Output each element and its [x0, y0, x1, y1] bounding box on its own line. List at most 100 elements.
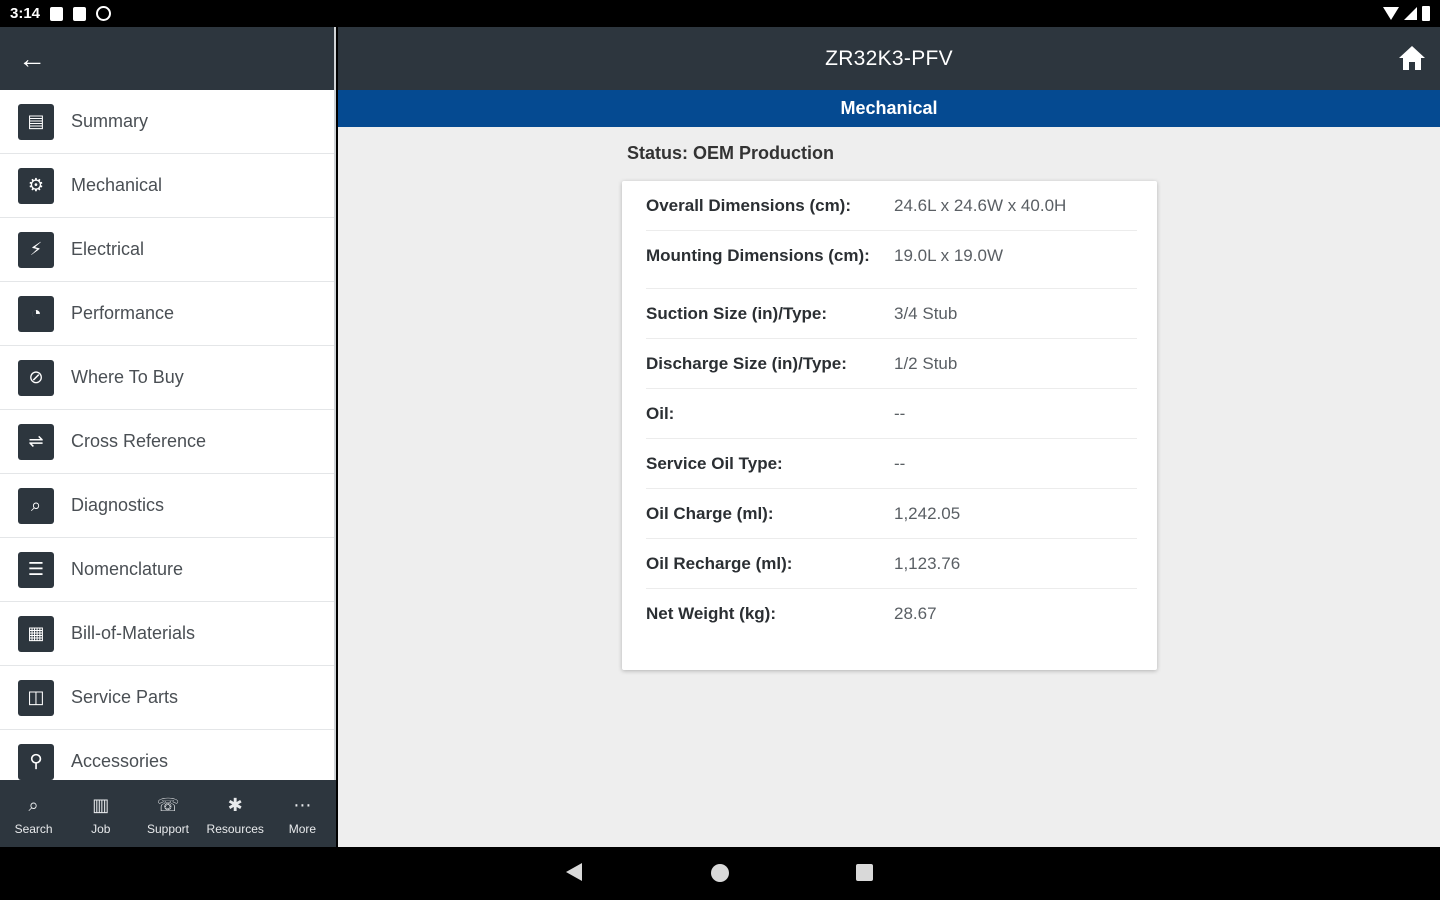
job-icon: ▥ — [92, 794, 110, 815]
spec-label: Service Oil Type: — [646, 454, 783, 473]
sidebar-item-bill-of-materials[interactable]: ▦ Bill-of-Materials — [0, 602, 334, 666]
sidebar-item-electrical[interactable]: ⚡ Electrical — [0, 218, 334, 282]
home-icon[interactable] — [1398, 45, 1426, 71]
sidebar-item-label: Summary — [71, 111, 149, 131]
gauge-icon: ◔ — [18, 295, 54, 332]
notification-icon — [50, 6, 64, 21]
wifi-icon — [1383, 7, 1399, 20]
spec-row: Suction Size (in)/Type: 3/4 Stub — [646, 289, 1137, 339]
section-title-bar: Mechanical — [338, 90, 1440, 127]
sidebar-item-mechanical[interactable]: ⚙ Mechanical — [0, 154, 334, 218]
sidebar-item-nomenclature[interactable]: ☰ Nomenclature — [0, 538, 334, 602]
bottom-nav-label: Support — [146, 821, 190, 836]
list-icon: ☰ — [18, 551, 54, 588]
spec-label: Mounting Dimensions (cm): — [646, 246, 870, 265]
spec-label: Net Weight (kg): — [646, 604, 777, 623]
spec-label: Discharge Size (in)/Type: — [646, 354, 847, 373]
spec-value: 3/4 Stub — [894, 304, 958, 323]
spec-row: Mounting Dimensions (cm): 19.0L x 19.0W — [646, 231, 1137, 289]
status-left: 3:14 — [10, 5, 112, 22]
app-header: ZR32K3-PFV — [338, 27, 1440, 90]
sidebar-item-summary[interactable]: ▤ Summary — [0, 90, 334, 154]
spec-row: Oil Recharge (ml): 1,123.76 — [646, 539, 1137, 589]
spec-label: Oil Recharge (ml): — [646, 554, 793, 573]
spec-value: -- — [894, 404, 906, 423]
sidebar-item-diagnostics[interactable]: ⌕ Diagnostics — [0, 474, 334, 538]
arrows-icon: ⇌ — [18, 423, 54, 460]
nav-back-icon[interactable] — [566, 863, 582, 881]
spec-value: 28.67 — [894, 604, 937, 623]
main-content: ZR32K3-PFV Mechanical Status: OEM Produc… — [338, 27, 1440, 847]
sidebar-item-cross-reference[interactable]: ⇌ Cross Reference — [0, 410, 334, 474]
spec-value: 1,242.05 — [894, 504, 961, 523]
sidebar-menu: ▤ Summary ⚙ Mechanical ⚡ Electrical ◔ Performan… — [0, 90, 334, 780]
page-title: ZR32K3-PFV — [825, 46, 953, 70]
bottom-nav-label: Job — [91, 821, 111, 836]
sidebar-item-label: Bill-of-Materials — [71, 623, 196, 643]
spec-value: -- — [894, 454, 906, 473]
sidebar-item-label: Service Parts — [71, 687, 179, 707]
spec-row: Oil Charge (ml): 1,242.05 — [646, 489, 1137, 539]
nav-recent-apps-icon[interactable] — [856, 864, 873, 881]
search-icon: ⌕ — [28, 794, 39, 815]
spec-value: 24.6L x 24.6W x 40.0H — [894, 196, 1067, 215]
spec-label: Oil: — [646, 404, 675, 423]
accessories-icon: ⚲ — [18, 743, 54, 780]
clock: 3:14 — [10, 5, 41, 22]
support-icon: ☏ — [156, 794, 180, 815]
battery-icon — [1422, 6, 1430, 21]
spec-value: 19.0L x 19.0W — [894, 246, 1003, 265]
system-navigation-bar — [0, 847, 1440, 900]
sidebar-item-label: Performance — [71, 303, 175, 323]
nav-home-icon[interactable] — [711, 864, 729, 882]
spec-row: Oil: -- — [646, 389, 1137, 439]
sidebar-item-label: Where To Buy — [71, 367, 184, 387]
spec-row: Discharge Size (in)/Type: 1/2 Stub — [646, 339, 1137, 389]
spec-value: 1/2 Stub — [894, 354, 958, 373]
specs-card: Overall Dimensions (cm): 24.6L x 24.6W x … — [622, 181, 1157, 670]
bottom-nav-resources[interactable]: ✱ Resources — [202, 780, 269, 847]
parts-icon: ◫ — [18, 679, 54, 716]
sidebar-item-label: Electrical — [71, 239, 145, 259]
bottom-navigation: ⌕ Search ▥ Job ☏ Support ✱ Resources ⋯ More — [0, 780, 336, 847]
bottom-nav-more[interactable]: ⋯ More — [269, 780, 336, 847]
more-icon: ⋯ — [293, 794, 312, 815]
bottom-nav-label: Resources — [206, 821, 264, 836]
back-arrow-icon[interactable]: ← — [18, 44, 46, 73]
system-status-bar: 3:14 — [0, 0, 1440, 27]
spec-label: Suction Size (in)/Type: — [646, 304, 828, 323]
spec-value: 1,123.76 — [894, 554, 961, 573]
bottom-nav-job[interactable]: ▥ Job — [67, 780, 134, 847]
compass-icon: ⊘ — [18, 359, 54, 396]
spec-label: Oil Charge (ml): — [646, 504, 774, 523]
bottom-nav-label: Search — [14, 821, 53, 836]
document-icon: ▦ — [18, 615, 54, 652]
clipboard-icon: ▤ — [18, 103, 54, 140]
sidebar-item-performance[interactable]: ◔ Performance — [0, 282, 334, 346]
magnifier-icon: ⌕ — [18, 487, 54, 524]
sidebar-item-label: Nomenclature — [71, 559, 184, 579]
signal-icon — [1404, 7, 1417, 20]
sidebar-item-service-parts[interactable]: ◫ Service Parts — [0, 666, 334, 730]
sidebar-item-label: Diagnostics — [71, 495, 165, 515]
spec-row: Overall Dimensions (cm): 24.6L x 24.6W x … — [646, 181, 1137, 231]
spec-row: Net Weight (kg): 28.67 — [646, 589, 1137, 638]
sidebar-item-label: Mechanical — [71, 175, 163, 195]
status-text: Status: OEM Production — [627, 143, 834, 163]
tools-icon: ✱ — [227, 794, 243, 815]
spec-row: Service Oil Type: -- — [646, 439, 1137, 489]
sidebar-item-label: Accessories — [71, 751, 169, 771]
bottom-nav-search[interactable]: ⌕ Search — [0, 780, 67, 847]
sidebar-header: ← — [0, 27, 334, 90]
sync-icon — [96, 6, 112, 21]
plug-icon: ⚡ — [18, 231, 54, 268]
bottom-nav-label: More — [288, 821, 317, 836]
sidebar-item-accessories[interactable]: ⚲ Accessories — [0, 730, 334, 780]
gear-icon: ⚙ — [18, 167, 54, 204]
bottom-nav-support[interactable]: ☏ Support — [134, 780, 201, 847]
sidebar-item-where-to-buy[interactable]: ⊘ Where To Buy — [0, 346, 334, 410]
status-right — [1383, 6, 1430, 21]
sd-card-icon — [73, 6, 87, 21]
sidebar-item-label: Cross Reference — [71, 431, 207, 451]
sidebar: ← ▤ Summary ⚙ Mechanical ⚡ Electrical ◔ Perform… — [0, 27, 336, 847]
